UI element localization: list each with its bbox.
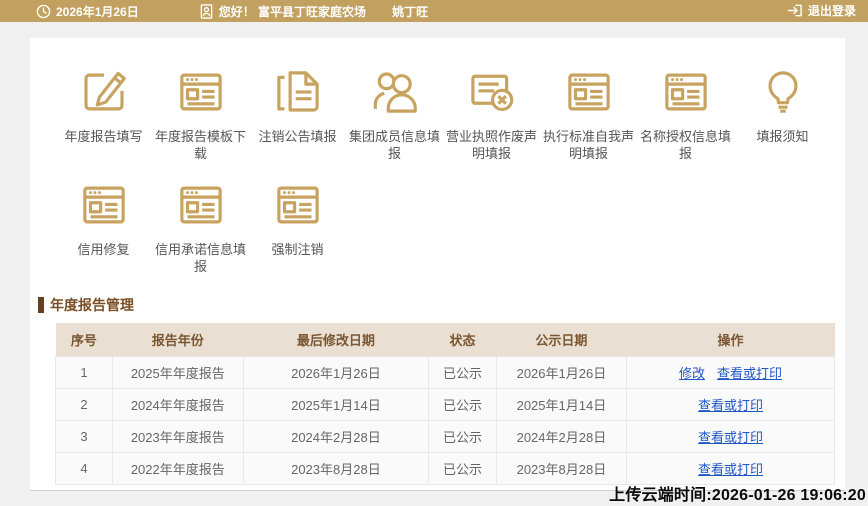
annual-report-table: 序号 报告年份 最后修改日期 状态 公示日期 操作 1 2025年年度报告 20… [55,323,836,485]
grid-item-label: 信用修复 [77,242,130,257]
cell-published: 2025年1月14日 [495,387,627,421]
group-members-icon [373,72,417,113]
cell-status: 已公示 [428,419,497,453]
view-or-print-link[interactable]: 查看或打印 [698,398,763,413]
view-or-print-link[interactable]: 查看或打印 [698,430,763,445]
cell-published: 2023年8月28日 [495,451,627,485]
grid-item-credit-commitment-info[interactable]: 信用承诺信息填报 [152,178,249,275]
webpage-form-icon [179,186,222,224]
grid-item-filing-instructions[interactable]: 填报须知 [734,65,831,162]
grid-item-cancellation-notice[interactable]: 注销公告填报 [249,65,346,162]
edit-icon [83,71,126,111]
cell-year: 2025年年度报告 [111,355,244,389]
col-header-actions: 操作 [626,323,835,356]
grid-item-annual-report-fill[interactable]: 年度报告填写 [55,65,152,162]
cell-year: 2023年年度报告 [111,419,244,453]
license-void-icon [470,74,513,112]
grid-item-group-member-info[interactable]: 集团成员信息填报 [346,65,443,162]
col-header-modified: 最后修改日期 [243,323,429,356]
col-header-serial: 序号 [55,323,113,356]
cell-published: 2026年1月26日 [495,355,627,389]
cell-modified: 2026年1月26日 [242,355,430,389]
user-greeting: 您好！ 富平县丁旺家庭农场 [199,3,366,20]
main-panel: 年度报告填写 年度报告模板下载 注销公告填报 集团成员信息填报 营业执照作废声明… [30,38,845,491]
cell-actions: 查看或打印 [625,451,836,485]
grid-item-label: 强制注销 [271,242,324,257]
section-title-annual-report-management: 年度报告管理 [38,295,845,315]
cell-status: 已公示 [428,451,497,485]
grid-item-label: 执行标准自我声明填报 [542,129,634,161]
table-header-row: 序号 报告年份 最后修改日期 状态 公示日期 操作 [55,323,835,356]
logout-icon [787,4,802,16]
table-row: 3 2023年年度报告 2024年2月28日 已公示 2024年2月28日 查看… [55,419,836,453]
webpage-form-icon [82,186,125,224]
cell-actions: 查看或打印 [625,419,836,453]
webpage-form-icon [179,73,222,111]
cell-modified: 2024年2月28日 [242,419,430,453]
user-badge-icon [200,3,213,19]
folded-document-icon [276,71,319,112]
table-row: 4 2022年年度报告 2023年8月28日 已公示 2023年8月28日 查看… [55,451,836,485]
grid-item-label: 注销公告填报 [258,129,337,144]
col-header-status: 状态 [428,323,497,356]
grid-item-license-void-declaration[interactable]: 营业执照作废声明填报 [443,65,540,162]
topbar-date: 2026年1月26日 [56,4,139,19]
cell-actions: 修改 查看或打印 [625,355,836,389]
cell-year: 2022年年度报告 [111,451,244,485]
grid-item-label: 集团成员信息填报 [348,129,440,161]
table-row: 1 2025年年度报告 2026年1月26日 已公示 2026年1月26日 修改… [55,355,836,389]
cell-year: 2024年年度报告 [111,387,244,421]
view-or-print-link[interactable]: 查看或打印 [698,462,763,477]
clock-icon [36,4,51,18]
webpage-form-icon [276,186,319,224]
upload-time-overlay: 上传云端时间:2026-01-26 19:06:20 [609,487,866,504]
cell-modified: 2023年8月28日 [242,451,430,485]
topbar: 2026年1月26日 您好！ 富平县丁旺家庭农场 姚丁旺 退出登录 [0,0,868,22]
grid-item-label: 填报须知 [756,129,809,144]
grid-item-forced-cancellation[interactable]: 强制注销 [249,178,346,275]
username: 姚丁旺 [392,4,429,19]
grid-item-annual-report-template-download[interactable]: 年度报告模板下载 [152,65,249,162]
cell-serial: 4 [55,451,113,485]
cell-published: 2024年2月28日 [495,419,627,453]
function-grid-row-2: 信用修复 信用承诺信息填报 强制注销 [30,178,845,275]
date-display: 2026年1月26日 [36,3,139,20]
table-row: 2 2024年年度报告 2025年1月14日 已公示 2025年1月14日 查看… [55,387,836,421]
grid-item-label: 年度报告填写 [64,129,143,144]
webpage-form-icon [567,73,610,111]
logout-button[interactable]: 退出登录 [787,2,856,19]
modify-link[interactable]: 修改 [679,366,705,381]
grid-item-credit-repair[interactable]: 信用修复 [55,178,152,275]
col-header-published: 公示日期 [496,323,627,356]
webpage-form-icon [664,73,707,111]
grid-item-standards-self-declaration[interactable]: 执行标准自我声明填报 [540,65,637,162]
function-grid-row-1: 年度报告填写 年度报告模板下载 注销公告填报 集团成员信息填报 营业执照作废声明… [30,65,845,162]
cell-serial: 2 [55,387,113,421]
view-or-print-link[interactable]: 查看或打印 [717,366,782,381]
grid-item-label: 信用承诺信息填报 [154,242,246,274]
section-title-text: 年度报告管理 [50,297,134,313]
grid-item-label: 名称授权信息填报 [639,129,731,161]
grid-item-label: 营业执照作废声明填报 [445,129,537,161]
cell-status: 已公示 [428,387,497,421]
cell-serial: 3 [55,419,113,453]
lightbulb-icon [767,71,798,113]
section-title-marker [38,297,44,313]
col-header-year: 报告年份 [112,323,244,356]
cell-actions: 查看或打印 [625,387,836,421]
cell-modified: 2025年1月14日 [242,387,430,421]
greeting-text: 您好！ 富平县丁旺家庭农场 [218,4,367,19]
cell-status: 已公示 [428,355,497,389]
grid-item-label: 年度报告模板下载 [154,129,246,161]
cell-serial: 1 [55,355,113,389]
grid-item-name-authorization-info[interactable]: 名称授权信息填报 [637,65,734,162]
logout-label: 退出登录 [807,3,856,18]
